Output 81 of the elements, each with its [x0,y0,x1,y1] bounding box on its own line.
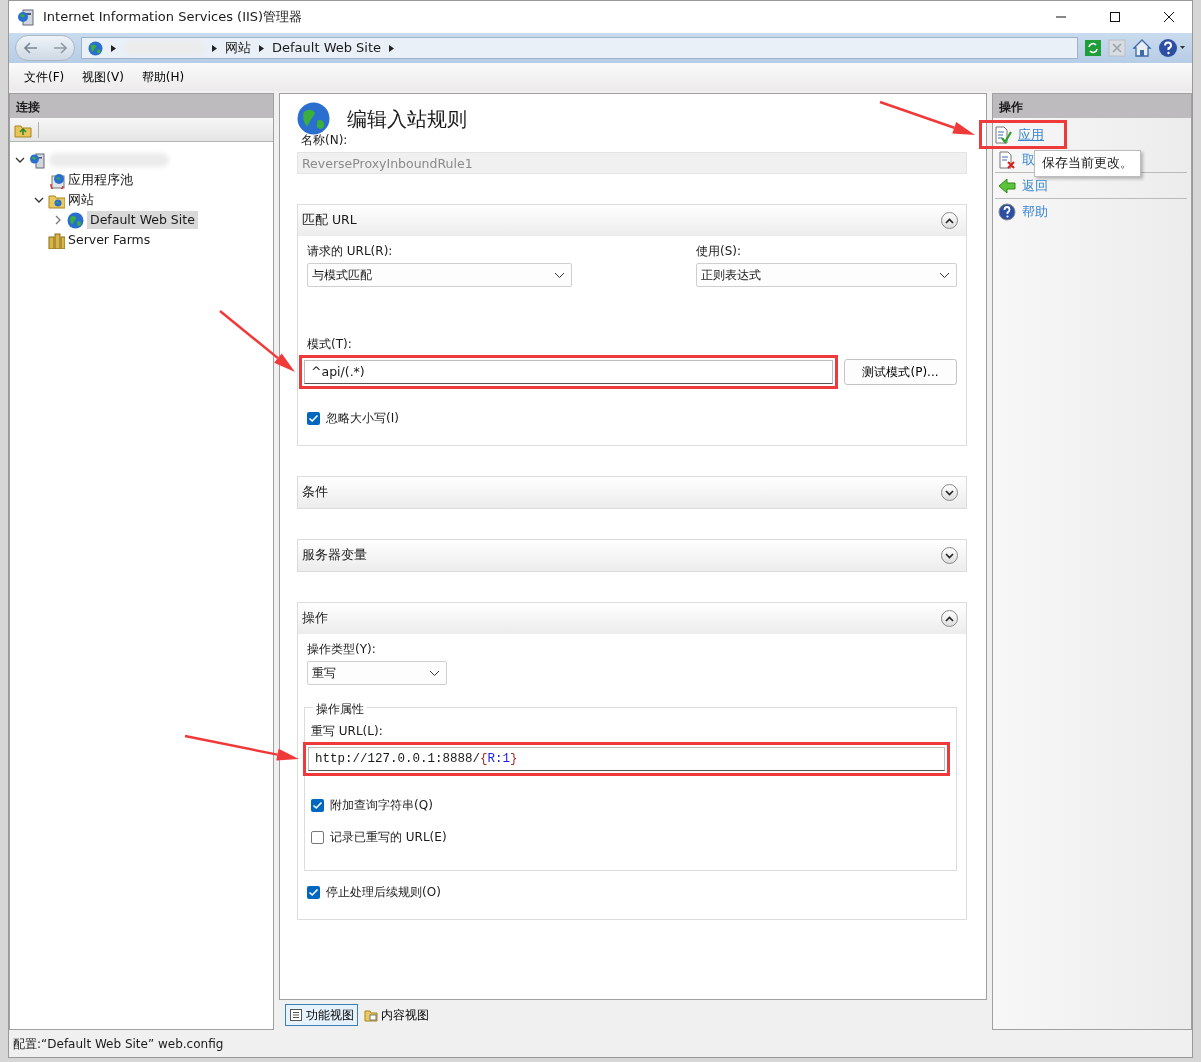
field-label: 使用(S): [696,243,742,260]
breadcrumb[interactable]: 网站 [225,38,251,58]
apply-icon [994,125,1012,144]
section-title: 条件 [302,483,328,502]
action-link[interactable]: 返回 [1022,175,1048,196]
field-label: 操作类型(Y): [307,641,376,658]
page-title: 编辑入站规则 [347,105,467,133]
view-tab[interactable]: 内容视图 [360,1004,433,1026]
test-button[interactable]: 测试模式(P)... [844,359,957,385]
separator-icon [258,43,265,53]
expand-button[interactable] [941,547,958,564]
tree-item[interactable]: 网站 [68,190,94,210]
checkbox-label: 附加查询字符串(Q) [330,797,433,814]
checkbox-label: 记录已重写的 URL(E) [330,829,447,846]
dropdown[interactable]: 与模式匹配 [307,263,572,287]
checkbox-label: 忽略大小写(I) [326,410,399,427]
server-icon [17,8,35,26]
checkbox-label: 停止处理后续规则(O) [326,884,441,901]
folder-icon [364,1008,378,1022]
chevron-icon [939,271,950,279]
tree-item[interactable]: Server Farms [68,230,151,250]
field-label: 重写 URL(L): [311,723,383,740]
separator-icon [211,43,218,53]
action-link[interactable]: 取 [1022,149,1035,170]
expand-button[interactable] [941,484,958,501]
separator-icon [110,43,117,53]
group-title: 操作属性 [313,702,367,716]
menu-item[interactable]: 视图(V) [73,66,133,88]
input-field[interactable]: ^api/(.*) [304,360,833,384]
breadcrumb[interactable]: Default Web Site [272,38,382,58]
maximize-icon[interactable] [1110,12,1120,22]
server-rack-icon [48,231,65,249]
server-icon [29,151,46,169]
pane-header: 连接 [10,94,273,118]
dropdown[interactable]: 正则表达式 [696,263,957,287]
refresh-icon[interactable] [1084,39,1102,57]
globe-icon [297,102,330,135]
view-tab[interactable]: 功能视图 [285,1004,358,1026]
close-icon[interactable] [1164,12,1174,22]
chevron-down-icon [945,489,954,496]
checkbox[interactable] [311,798,324,812]
chevron-icon [554,271,565,279]
tree-item[interactable]: Default Web Site [87,210,198,230]
section-title: 服务器变量 [302,546,367,565]
window-title: Internet Information Services (IIS)管理器 [43,8,303,27]
address-field[interactable]: 网站 Default Web Site [81,37,1078,59]
collapse-button[interactable] [941,610,958,627]
app-pool-icon [48,171,65,189]
action-link[interactable]: 应用 [1018,124,1044,145]
menu-item[interactable]: 帮助(H) [132,66,194,88]
back-arrow-icon [998,176,1016,195]
chevron-icon [429,669,440,677]
menu-item[interactable]: 文件(F) [15,66,74,88]
cancel-icon [998,150,1016,169]
chevron-up-icon [945,615,954,622]
chevron-up-icon [945,217,954,224]
dropdown[interactable]: 重写 [307,661,447,685]
status-text: 配置:“Default Web Site” web.config [13,1035,224,1053]
input-field[interactable]: http://127.0.0.1:8888/{R:1} [308,747,945,771]
separator-icon [388,43,396,53]
tooltip: 保存当前更改。 [1034,150,1141,177]
checkbox[interactable] [311,830,324,844]
checkbox[interactable] [307,411,320,425]
help-icon [998,202,1016,221]
pane-header: 操作 [993,94,1191,118]
globe-icon [88,40,103,56]
field-label: 名称(N): [301,132,348,149]
section-title: 操作 [302,609,328,628]
action-link[interactable]: 帮助 [1022,201,1048,222]
list-view-icon [289,1008,303,1022]
section-title: 匹配 URL [302,211,357,230]
chevron-down-icon [945,552,954,559]
home-icon[interactable] [1132,38,1152,58]
help-icon[interactable] [1158,38,1186,58]
field-label: 请求的 URL(R): [307,243,393,260]
collapse-button[interactable] [941,212,958,229]
globe-icon [67,211,84,229]
field-label: 模式(T): [307,336,352,353]
tree-item[interactable]: 应用程序池 [68,170,133,190]
back-button[interactable] [23,42,38,54]
checkbox[interactable] [307,885,320,899]
